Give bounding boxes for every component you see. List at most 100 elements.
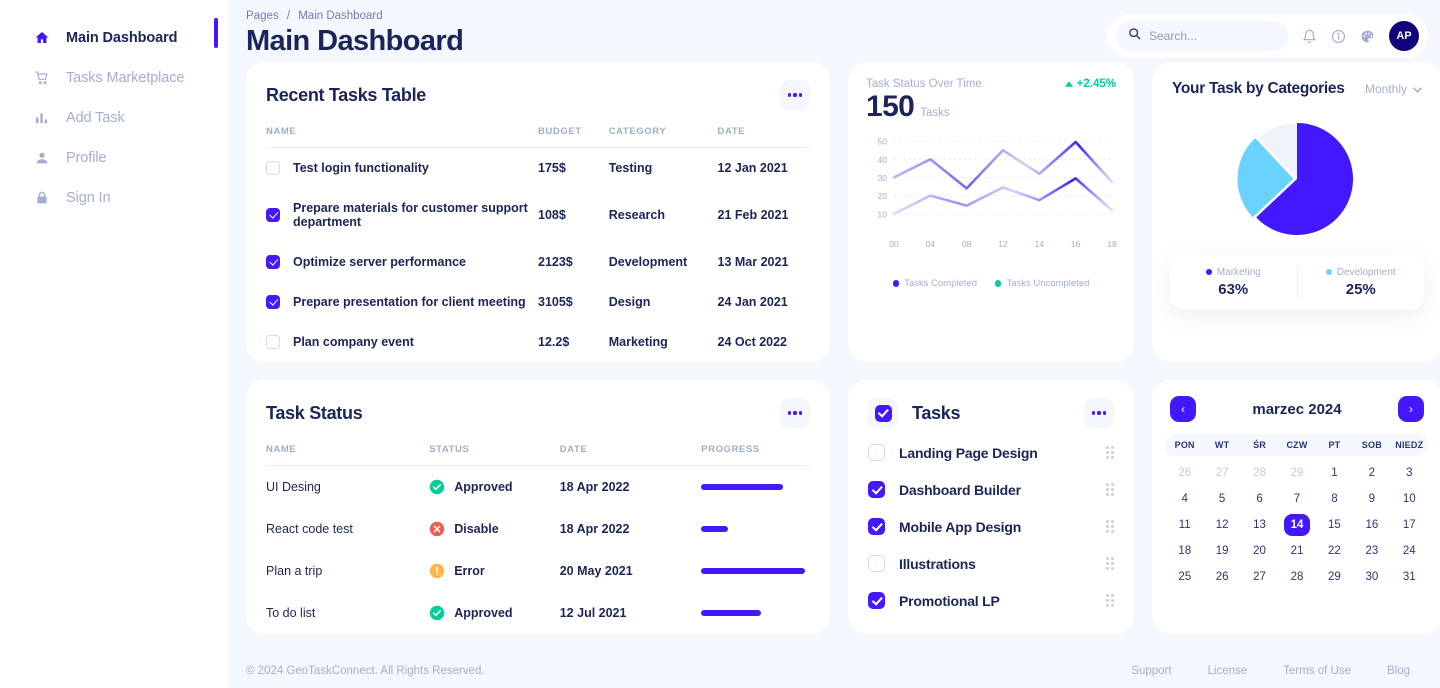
drag-handle-icon[interactable]: [1105, 519, 1114, 534]
calendar-day[interactable]: 29: [1316, 564, 1353, 590]
table-row: Plan company event 12.2$ Marketing 24 Oc…: [266, 322, 810, 362]
task-checkbox[interactable]: [868, 555, 885, 572]
calendar-day[interactable]: 9: [1353, 486, 1390, 512]
app-root: Main Dashboard Tasks Marketplace Add Tas…: [0, 0, 1440, 688]
calendar-day[interactable]: 28: [1278, 564, 1315, 590]
row-checkbox[interactable]: [266, 161, 280, 175]
sidebar-nav: Main Dashboard Tasks Marketplace Add Tas…: [0, 18, 228, 218]
footer-link[interactable]: Support: [1131, 665, 1171, 677]
calendar-day[interactable]: 22: [1316, 538, 1353, 564]
list-item[interactable]: Dashboard Builder: [848, 471, 1134, 508]
sidebar-item-tasks-marketplace[interactable]: Tasks Marketplace: [0, 58, 228, 98]
footer-link[interactable]: Terms of Use: [1283, 665, 1351, 677]
breadcrumb-current: Main Dashboard: [298, 10, 383, 22]
calendar-day[interactable]: 4: [1166, 486, 1203, 512]
status-label: Approved: [454, 480, 513, 494]
calendar-day[interactable]: 6: [1241, 486, 1278, 512]
calendar-day[interactable]: 26: [1166, 460, 1203, 486]
calendar-day[interactable]: 13: [1241, 512, 1278, 538]
legend-dot: [892, 280, 900, 287]
calendar-day[interactable]: 2: [1353, 460, 1390, 486]
calendar-day[interactable]: 24: [1391, 538, 1428, 564]
calendar-day[interactable]: 30: [1353, 564, 1390, 590]
calendar-day[interactable]: 3: [1391, 460, 1428, 486]
calendar-day[interactable]: 25: [1166, 564, 1203, 590]
table-row: Plan a trip Error 20 May 2021: [266, 550, 810, 592]
calendar-day[interactable]: 18: [1166, 538, 1203, 564]
calendar-day[interactable]: 21: [1278, 538, 1315, 564]
row-checkbox[interactable]: [266, 335, 280, 349]
lock-icon: [32, 190, 52, 206]
table-row: Prepare presentation for client meeting …: [266, 282, 810, 322]
calendar-day[interactable]: 17: [1391, 512, 1428, 538]
calendar-day[interactable]: 26: [1203, 564, 1240, 590]
bell-icon[interactable]: [1302, 29, 1317, 44]
task-checkbox[interactable]: [868, 518, 885, 535]
search-input[interactable]: [1149, 29, 1267, 43]
calendar-day[interactable]: 27: [1203, 460, 1240, 486]
theme-palette-icon[interactable]: [1360, 29, 1375, 44]
calendar-day[interactable]: 23: [1353, 538, 1390, 564]
calendar-day[interactable]: 5: [1203, 486, 1240, 512]
list-item[interactable]: Illustrations: [848, 545, 1134, 582]
calendar-day[interactable]: 28: [1241, 460, 1278, 486]
search-box[interactable]: [1116, 21, 1288, 51]
task-label: Mobile App Design: [899, 518, 1022, 535]
breadcrumb-root[interactable]: Pages: [246, 10, 279, 22]
calendar-day[interactable]: 29: [1278, 460, 1315, 486]
calendar-day[interactable]: 12: [1203, 512, 1240, 538]
column-header: DATE: [717, 120, 810, 148]
tasks-header-checkbox[interactable]: [874, 404, 892, 422]
calendar-day[interactable]: 8: [1316, 486, 1353, 512]
calendar-day[interactable]: 11: [1166, 512, 1203, 538]
calendar-day[interactable]: 20: [1241, 538, 1278, 564]
progress-bar: [701, 484, 810, 490]
drag-handle-icon[interactable]: [1105, 482, 1114, 497]
footer-link[interactable]: License: [1208, 665, 1248, 677]
sidebar-item-label: Sign In: [66, 190, 111, 206]
calendar-day[interactable]: 27: [1241, 564, 1278, 590]
calendar-day[interactable]: 14: [1278, 512, 1315, 538]
sidebar-item-profile[interactable]: Profile: [0, 138, 228, 178]
calendar-weekday: SOB: [1361, 440, 1382, 450]
calendar-day[interactable]: 7: [1278, 486, 1315, 512]
row-checkbox[interactable]: [266, 208, 280, 222]
tasks-list: Landing Page Design Dashboard Builder Mo…: [848, 434, 1134, 619]
calendar-day[interactable]: 16: [1353, 512, 1390, 538]
calendar-day[interactable]: 10: [1391, 486, 1428, 512]
topbar-actions: AP: [1107, 14, 1428, 58]
sidebar-item-sign-in[interactable]: Sign In: [0, 178, 228, 218]
sidebar-item-main-dashboard[interactable]: Main Dashboard: [0, 18, 228, 58]
list-item[interactable]: Landing Page Design: [848, 434, 1134, 471]
status-error-icon: [429, 563, 445, 579]
task-checkbox[interactable]: [868, 444, 885, 461]
pie-stat-percent: 25%: [1345, 280, 1376, 298]
calendar-day[interactable]: 31: [1391, 564, 1428, 590]
categories-card: Your Task by Categories Monthly Marketin…: [1152, 62, 1440, 362]
row-checkbox[interactable]: [266, 255, 280, 269]
drag-handle-icon[interactable]: [1105, 445, 1114, 460]
list-item[interactable]: Mobile App Design: [848, 508, 1134, 545]
sidebar-item-add-task[interactable]: Add Task: [0, 98, 228, 138]
task-status-menu-button[interactable]: [780, 398, 810, 428]
avatar[interactable]: AP: [1389, 21, 1419, 51]
calendar-day[interactable]: 1: [1316, 460, 1353, 486]
calendar-prev-button[interactable]: ‹: [1170, 396, 1196, 422]
drag-handle-icon[interactable]: [1105, 556, 1114, 571]
tasks-menu-button[interactable]: [1084, 398, 1114, 428]
column-header: NAME: [266, 120, 538, 148]
task-checkbox[interactable]: [868, 481, 885, 498]
info-icon[interactable]: [1331, 29, 1346, 44]
footer-link[interactable]: Blog: [1387, 665, 1410, 677]
legend-dot: [994, 280, 1002, 287]
drag-handle-icon[interactable]: [1105, 593, 1114, 608]
period-dropdown[interactable]: Monthly: [1365, 82, 1422, 96]
task-checkbox[interactable]: [868, 592, 885, 609]
row-checkbox[interactable]: [266, 295, 280, 309]
recent-tasks-menu-button[interactable]: [780, 80, 810, 110]
calendar-next-button[interactable]: ›: [1398, 396, 1424, 422]
sidebar-item-label: Add Task: [66, 110, 125, 126]
list-item[interactable]: Promotional LP: [848, 582, 1134, 619]
calendar-day[interactable]: 19: [1203, 538, 1240, 564]
calendar-day[interactable]: 15: [1316, 512, 1353, 538]
